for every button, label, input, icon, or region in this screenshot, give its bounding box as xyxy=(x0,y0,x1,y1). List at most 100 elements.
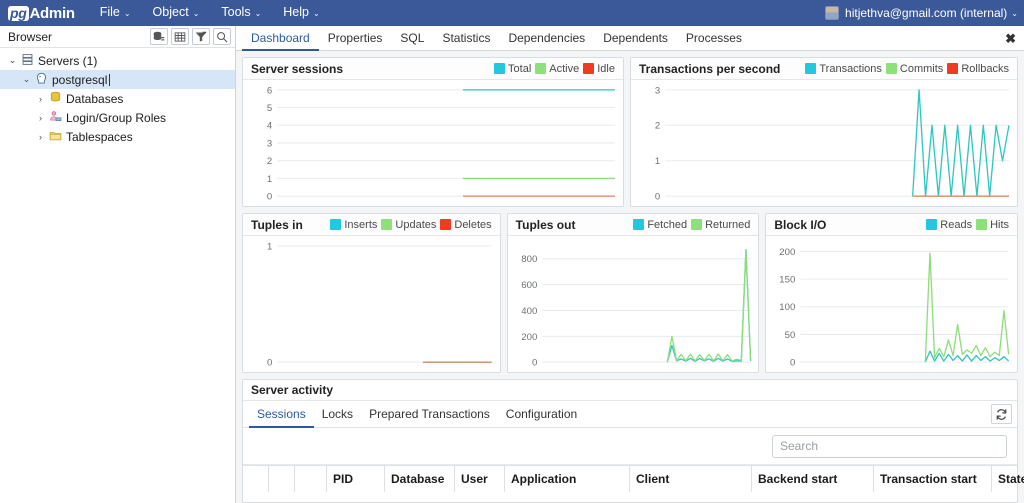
close-icon[interactable]: ✖ xyxy=(1005,26,1016,51)
menu-label: Object xyxy=(152,5,189,19)
object-browser-icon[interactable] xyxy=(150,28,168,45)
svg-text:0: 0 xyxy=(267,192,272,203)
tab-statistics[interactable]: Statistics xyxy=(433,26,499,51)
user-email-label: hitjethva@gmail.com (internal) xyxy=(845,6,1008,20)
chart-title: Tuples in xyxy=(251,217,303,232)
chart-header-transactions-per-second: Transactions per second Transactions Commi… xyxy=(631,58,1017,80)
search-input[interactable] xyxy=(772,434,1007,458)
legend-swatch xyxy=(947,63,959,74)
svg-text:50: 50 xyxy=(785,330,796,341)
legend-label: Active xyxy=(549,62,580,75)
refresh-icon[interactable] xyxy=(991,404,1012,424)
tree-node-label: Servers (1) xyxy=(38,53,98,68)
menu-file[interactable]: File ⌄ xyxy=(89,0,142,27)
legend-swatch xyxy=(633,219,645,230)
tree-node-label: postgresql xyxy=(52,72,111,87)
chart-row-top: Server sessions Total Active Idle 6 5 4 3 2 1 0 Tra… xyxy=(242,57,1018,207)
legend-item-rollbacks[interactable]: Rollbacks xyxy=(947,63,1009,75)
activity-tab-locks[interactable]: Locks xyxy=(314,401,361,428)
chevron-down-icon[interactable]: ⌄ xyxy=(6,55,19,66)
tree-node-postgresql[interactable]: ⌄ postgresql xyxy=(0,70,235,89)
svg-text:0: 0 xyxy=(655,192,660,203)
chart-panel-tuples-in: Tuples in Inserts Updates Deletes 1 0 xyxy=(242,213,501,373)
column-header-blank-0[interactable] xyxy=(243,466,269,492)
legend-item-hits[interactable]: Hits xyxy=(976,219,1009,231)
activity-tab-prepared-transactions[interactable]: Prepared Transactions xyxy=(361,401,498,428)
chart-title: Transactions per second xyxy=(639,61,781,76)
legend-item-returned[interactable]: Returned xyxy=(691,219,750,231)
svg-text:600: 600 xyxy=(521,280,537,291)
legend-item-total[interactable]: Total xyxy=(494,63,531,75)
column-header-blank-2[interactable] xyxy=(295,466,327,492)
legend-item-idle[interactable]: Idle xyxy=(583,63,615,75)
browser-title: Browser xyxy=(8,29,53,44)
activity-tab-sessions[interactable]: Sessions xyxy=(249,401,314,428)
tab-processes[interactable]: Processes xyxy=(677,26,751,51)
legend-label: Total xyxy=(508,62,532,75)
column-header-application[interactable]: Application xyxy=(505,466,630,492)
legend-item-fetched[interactable]: Fetched xyxy=(633,219,687,231)
chart-plot-block-io: 200 150 100 50 0 xyxy=(766,236,1017,372)
chevron-right-icon[interactable]: › xyxy=(34,132,47,142)
browser-sidebar: Browser ⌄ Servers (1) ⌄ postgresql › Database… xyxy=(0,26,236,503)
menu-object[interactable]: Object ⌄ xyxy=(142,0,211,27)
legend-item-reads[interactable]: Reads xyxy=(926,219,972,231)
tab-dependents[interactable]: Dependents xyxy=(594,26,677,51)
activity-tab-configuration[interactable]: Configuration xyxy=(498,401,585,428)
legend-item-deletes[interactable]: Deletes xyxy=(440,219,492,231)
grid-view-icon[interactable] xyxy=(171,28,189,45)
legend-item-inserts[interactable]: Inserts xyxy=(330,219,377,231)
chart-legend: Fetched Returned xyxy=(633,219,750,231)
chart-panel-tuples-out: Tuples out Fetched Returned 800 600 400 200 0 xyxy=(506,213,760,373)
chart-row-bottom: Tuples in Inserts Updates Deletes 1 0 Tuples o… xyxy=(242,213,1019,373)
tab-dependencies[interactable]: Dependencies xyxy=(499,26,594,51)
chart-header-block-io: Block I/O Reads Hits xyxy=(766,214,1018,236)
column-header-database[interactable]: Database xyxy=(385,466,455,492)
filter-icon[interactable] xyxy=(192,28,210,45)
tree-node-label: Login/Group Roles xyxy=(66,110,167,125)
legend-item-transactions[interactable]: Transactions xyxy=(805,63,882,75)
chevron-down-icon[interactable]: ⌄ xyxy=(20,74,33,85)
server-activity-title: Server activity xyxy=(243,380,1017,401)
tree-node-label: Databases xyxy=(66,91,124,106)
avatar xyxy=(825,6,840,20)
object-tree: ⌄ Servers (1) ⌄ postgresql › Databases › Login/… xyxy=(0,48,235,146)
tab-sql[interactable]: SQL xyxy=(391,26,433,51)
legend-swatch xyxy=(381,219,393,230)
column-header-state[interactable]: State xyxy=(992,466,1024,492)
chevron-right-icon[interactable]: › xyxy=(34,113,47,123)
menu-tools[interactable]: Tools ⌄ xyxy=(210,0,272,27)
svg-text:0: 0 xyxy=(790,358,795,369)
legend-label: Reads xyxy=(940,218,973,231)
tree-node-label: Tablespaces xyxy=(66,129,133,144)
chart-title: Server sessions xyxy=(251,61,344,76)
column-header-pid[interactable]: PID xyxy=(327,466,385,492)
legend-item-commits[interactable]: Commits xyxy=(885,63,943,75)
column-header-user[interactable]: User xyxy=(455,466,505,492)
tree-node-tablespaces[interactable]: › Tablespaces xyxy=(0,127,235,146)
legend-item-updates[interactable]: Updates xyxy=(381,219,436,231)
legend-label: Hits xyxy=(990,218,1010,231)
tree-node-servers-1[interactable]: ⌄ Servers (1) xyxy=(0,51,235,70)
column-header-transaction-start[interactable]: Transaction start xyxy=(874,466,992,492)
user-menu[interactable]: hitjethva@gmail.com (internal) ⌄ xyxy=(825,0,1018,26)
tab-properties[interactable]: Properties xyxy=(319,26,392,51)
tab-dashboard[interactable]: Dashboard xyxy=(242,26,319,51)
chevron-right-icon[interactable]: › xyxy=(34,94,47,104)
search-icon[interactable] xyxy=(213,28,231,45)
chevron-down-icon: ⌄ xyxy=(1011,8,1018,18)
tree-node-login-group-roles[interactable]: › Login/Group Roles xyxy=(0,108,235,127)
legend-swatch xyxy=(535,63,547,74)
column-header-blank-1[interactable] xyxy=(269,466,295,492)
column-header-backend-start[interactable]: Backend start xyxy=(752,466,874,492)
legend-swatch xyxy=(494,63,506,74)
column-header-client[interactable]: Client xyxy=(630,466,752,492)
legend-item-active[interactable]: Active xyxy=(535,63,579,75)
chart-panel-transactions-per-second: Transactions per second Transactions Commi… xyxy=(630,57,1018,207)
menu-help[interactable]: Help ⌄ xyxy=(272,0,330,27)
dashboard: Server sessions Total Active Idle 6 5 4 3 2 1 0 Tra… xyxy=(236,51,1024,503)
legend-swatch xyxy=(691,219,703,230)
tree-node-databases[interactable]: › Databases xyxy=(0,89,235,108)
session-search-row xyxy=(243,428,1017,465)
legend-swatch xyxy=(976,219,988,230)
